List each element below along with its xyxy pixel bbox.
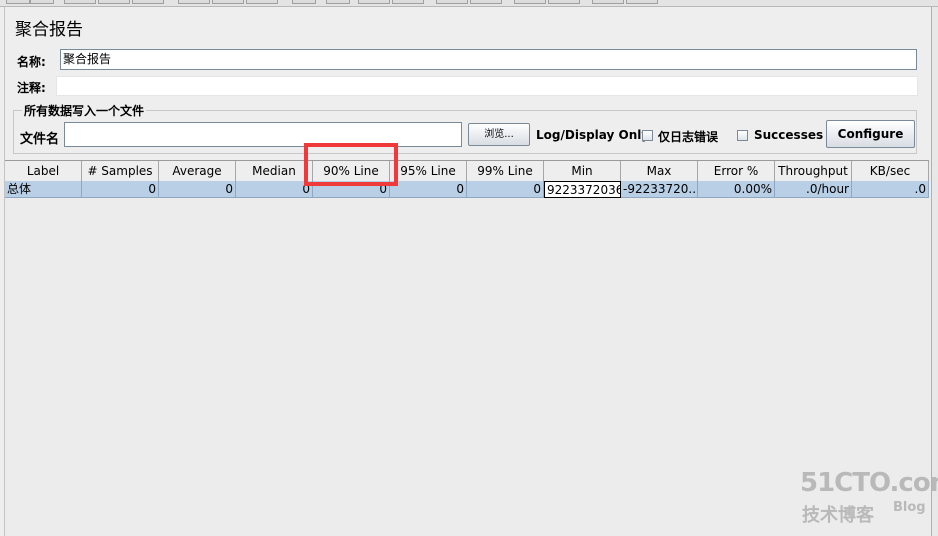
column-header-median[interactable]: Median — [236, 161, 313, 182]
toolbar-button[interactable] — [470, 0, 502, 4]
cell-throughput[interactable]: .0/hour — [775, 181, 852, 198]
configure-button[interactable]: Configure — [826, 120, 915, 148]
column-header-average[interactable]: Average — [159, 161, 236, 182]
results-table[interactable]: Label # Samples Average Median 90% Line … — [5, 160, 931, 536]
filename-field[interactable] — [64, 122, 462, 147]
toolbar-button[interactable] — [292, 0, 316, 4]
toolbar-button[interactable] — [178, 0, 210, 4]
toolbar-button[interactable] — [246, 0, 278, 4]
column-header-error[interactable]: Error % — [698, 161, 775, 182]
toolbar-button[interactable] — [64, 0, 96, 4]
toolbar-button[interactable] — [436, 0, 468, 4]
cell-kb-sec[interactable]: .0 — [852, 181, 929, 198]
log-display-label: Log/Display Only: — [536, 128, 654, 142]
column-header-label[interactable]: Label — [5, 161, 82, 182]
errors-only-label: 仅日志错误 — [658, 130, 719, 144]
toolbar-button[interactable] — [326, 0, 350, 4]
toolbar-button[interactable] — [212, 0, 244, 4]
errors-only-checkbox[interactable] — [642, 130, 653, 141]
file-output-group-title: 所有数据写入一个文件 — [22, 102, 147, 119]
cell-min[interactable]: 92233720368 — [544, 181, 621, 198]
watermark-main: 51CTO.com — [800, 468, 938, 498]
toolbar-button[interactable] — [592, 0, 624, 4]
column-header-95-line[interactable]: 95% Line — [390, 161, 467, 182]
cell-max[interactable]: -92233720... — [621, 181, 698, 198]
filename-label: 文件名 — [20, 132, 60, 147]
comment-field[interactable] — [56, 76, 918, 96]
column-header-max[interactable]: Max — [621, 161, 698, 182]
cell-99-line[interactable]: 0 — [467, 181, 544, 198]
toolbar-button[interactable] — [626, 0, 658, 4]
toolbar-button[interactable] — [132, 0, 164, 4]
table-row[interactable]: 总体 0 0 0 0 0 0 92233720368 -92233720... … — [5, 181, 929, 198]
column-header-min[interactable]: Min — [544, 161, 621, 182]
watermark-logo: 51CTO.com 技术博客 Blog — [800, 468, 938, 526]
toolbar-button[interactable] — [514, 0, 546, 4]
column-header-99-line[interactable]: 99% Line — [467, 161, 544, 182]
panel-title: 聚合报告 — [15, 20, 83, 40]
successes-label: Successes — [754, 128, 824, 142]
toolbar-button[interactable] — [98, 0, 130, 4]
column-header-kb-sec[interactable]: KB/sec — [852, 161, 929, 182]
watermark-blog: Blog — [893, 500, 926, 515]
cell-median[interactable]: 0 — [236, 181, 313, 198]
cell-label[interactable]: 总体 — [5, 181, 82, 198]
annotation-highlight-box — [304, 143, 398, 186]
column-header-throughput[interactable]: Throughput — [775, 161, 852, 182]
name-field[interactable]: 聚合报告 — [60, 49, 917, 70]
comment-label: 注释: — [17, 81, 46, 95]
toolbar-button[interactable] — [358, 0, 390, 4]
cell-average[interactable]: 0 — [159, 181, 236, 198]
toolbar-strip — [0, 0, 938, 7]
toolbar-button[interactable] — [30, 0, 54, 4]
watermark-sub: 技术博客 — [802, 505, 874, 526]
browse-button[interactable]: 浏览... — [468, 123, 530, 146]
table-header: Label # Samples Average Median 90% Line … — [5, 160, 929, 182]
vertical-scrollbar[interactable] — [931, 7, 938, 536]
name-label: 名称: — [17, 55, 46, 69]
toolbar-button[interactable] — [6, 0, 30, 4]
cell-95-line[interactable]: 0 — [390, 181, 467, 198]
cell-samples[interactable]: 0 — [82, 181, 159, 198]
toolbar-button[interactable] — [548, 0, 580, 4]
column-header-samples[interactable]: # Samples — [82, 161, 159, 182]
successes-checkbox[interactable] — [737, 130, 748, 141]
cell-error[interactable]: 0.00% — [698, 181, 775, 198]
toolbar-button[interactable] — [392, 0, 424, 4]
